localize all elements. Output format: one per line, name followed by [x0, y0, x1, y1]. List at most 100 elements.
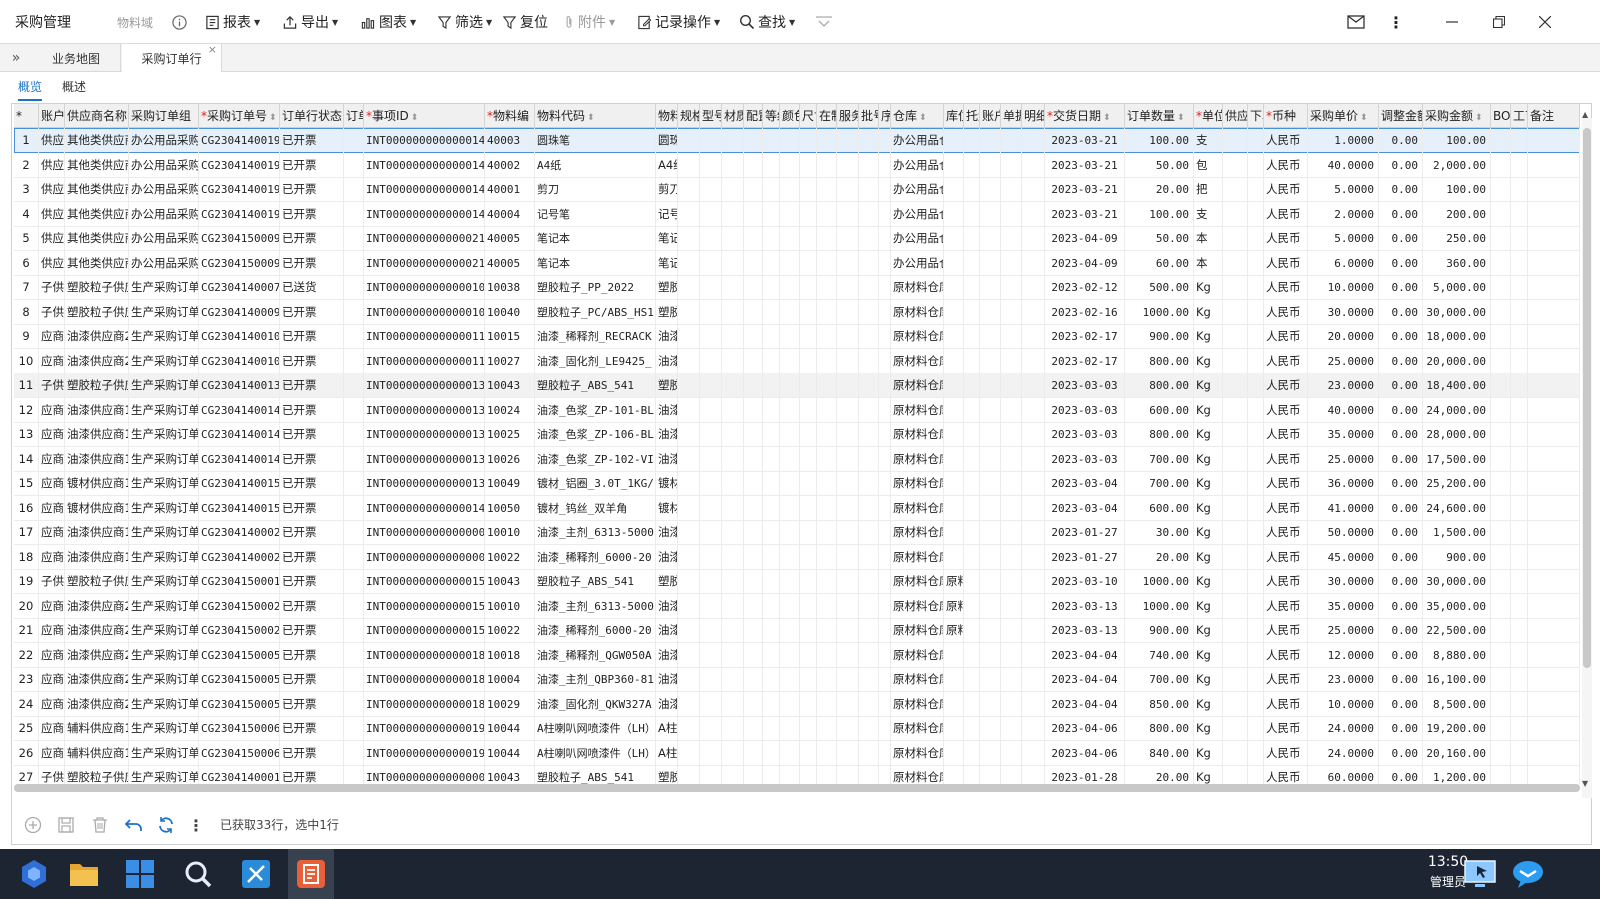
- table-cell[interactable]: [1022, 397, 1045, 423]
- table-cell[interactable]: [1248, 422, 1264, 447]
- table-cell[interactable]: [817, 495, 837, 521]
- table-cell[interactable]: [780, 691, 800, 717]
- table-cell[interactable]: 6.0000: [1308, 250, 1379, 276]
- table-row[interactable]: 18 应商 油漆供应商1 生产采购订单 CG2304140002 已开票 INT000000…: [14, 544, 1580, 570]
- table-cell[interactable]: 2023-03-21: [1045, 177, 1125, 202]
- row-number[interactable]: 25: [14, 716, 39, 741]
- table-cell[interactable]: 200.00: [1423, 201, 1491, 227]
- file-manager-icon[interactable]: [64, 849, 104, 899]
- table-cell[interactable]: [763, 520, 780, 545]
- table-cell[interactable]: [1491, 569, 1511, 594]
- table-cell[interactable]: 办公用品采购: [129, 250, 199, 276]
- sort-icon[interactable]: ⬍: [587, 113, 595, 123]
- close-tab-icon[interactable]: ×: [208, 44, 217, 56]
- table-cell[interactable]: [1001, 544, 1022, 570]
- table-cell[interactable]: [837, 422, 859, 447]
- table-cell[interactable]: 10025: [485, 422, 535, 447]
- table-cell[interactable]: 油漆: [656, 691, 678, 717]
- table-cell[interactable]: 8,500.00: [1423, 691, 1491, 717]
- table-cell[interactable]: [964, 716, 980, 741]
- table-cell[interactable]: [1223, 275, 1248, 300]
- table-cell[interactable]: [1022, 446, 1045, 472]
- table-cell[interactable]: [964, 373, 980, 398]
- table-cell[interactable]: [859, 201, 879, 227]
- table-cell[interactable]: [980, 373, 1001, 398]
- table-cell[interactable]: [1022, 618, 1045, 643]
- table-cell[interactable]: 塑胶粒子供应商: [65, 569, 129, 594]
- table-cell[interactable]: Kg: [1194, 593, 1223, 619]
- table-cell[interactable]: [1001, 201, 1022, 227]
- column-header[interactable]: *单位⬍: [1194, 104, 1223, 128]
- column-header[interactable]: 在制: [817, 104, 837, 128]
- table-cell[interactable]: 50.00: [1125, 226, 1194, 251]
- table-cell[interactable]: [722, 495, 744, 521]
- table-cell[interactable]: 油漆供应商2: [65, 691, 129, 717]
- table-cell[interactable]: 其他类供应商: [65, 201, 129, 227]
- table-cell[interactable]: A4纸: [535, 152, 656, 178]
- table-cell[interactable]: Kg: [1194, 520, 1223, 545]
- table-cell[interactable]: 35.0000: [1308, 422, 1379, 447]
- expand-nav-icon[interactable]: »: [0, 44, 32, 72]
- table-cell[interactable]: [722, 642, 744, 668]
- table-cell[interactable]: 25.0000: [1308, 446, 1379, 472]
- table-cell[interactable]: [1511, 520, 1528, 545]
- table-row[interactable]: 5供应其他类供应商办公用品采购CG2304150009已开票 INT0000000…: [14, 226, 1580, 251]
- table-cell[interactable]: [980, 299, 1001, 325]
- table-cell[interactable]: [964, 740, 980, 766]
- table-cell[interactable]: CG2304140015: [199, 471, 280, 496]
- table-cell[interactable]: CG2304150006: [199, 740, 280, 766]
- table-cell[interactable]: [744, 642, 763, 668]
- table-cell[interactable]: CG2304140019: [199, 177, 280, 202]
- table-cell[interactable]: [700, 520, 722, 545]
- table-cell[interactable]: [1491, 152, 1511, 178]
- table-cell[interactable]: [800, 740, 817, 766]
- table-cell[interactable]: 23.0000: [1308, 667, 1379, 692]
- table-cell[interactable]: 油漆供应商2: [65, 324, 129, 349]
- table-cell[interactable]: [678, 691, 700, 717]
- table-cell[interactable]: 已开票: [280, 348, 344, 374]
- table-cell[interactable]: [859, 667, 879, 692]
- table-cell[interactable]: [344, 716, 364, 741]
- table-cell[interactable]: 已开票: [280, 642, 344, 668]
- column-header[interactable]: *事项ID ⬍: [364, 104, 485, 128]
- table-row[interactable]: 20 应商 油漆供应商2 生产采购订单 CG2304150002 已开票 INT000000…: [14, 593, 1580, 619]
- delete-icon[interactable]: [91, 806, 109, 844]
- table-cell[interactable]: 油漆_稀释剂_QGW050A: [535, 642, 656, 668]
- table-cell[interactable]: [780, 520, 800, 545]
- table-cell[interactable]: [980, 250, 1001, 276]
- table-cell[interactable]: [344, 691, 364, 717]
- sort-icon[interactable]: ⬍: [1360, 113, 1368, 123]
- table-cell[interactable]: CG2304140014: [199, 397, 280, 423]
- table-cell[interactable]: 镀材供应商1: [65, 495, 129, 521]
- table-cell[interactable]: [700, 201, 722, 227]
- table-cell[interactable]: [944, 324, 964, 349]
- table-cell[interactable]: INT0000000000000190: [364, 716, 485, 741]
- table-cell[interactable]: INT0000000000000211: [364, 250, 485, 276]
- table-cell[interactable]: A柱: [656, 716, 678, 741]
- table-cell[interactable]: 已开票: [280, 152, 344, 178]
- table-cell[interactable]: 250.00: [1423, 226, 1491, 251]
- save-icon[interactable]: [57, 806, 75, 844]
- table-cell[interactable]: [1022, 128, 1045, 153]
- table-cell[interactable]: [1022, 201, 1045, 227]
- table-cell[interactable]: 2023-03-04: [1045, 495, 1125, 521]
- table-row[interactable]: 19子供塑胶粒子供应商生产采购订单CG2304150001已开票 INT00000…: [14, 569, 1580, 594]
- table-cell[interactable]: [817, 667, 837, 692]
- table-cell[interactable]: 2023-03-13: [1045, 618, 1125, 643]
- table-cell[interactable]: INT0000000000000141: [364, 128, 485, 153]
- table-cell[interactable]: [1248, 667, 1264, 692]
- table-cell[interactable]: 已开票: [280, 593, 344, 619]
- table-cell[interactable]: 供应: [39, 226, 65, 251]
- table-cell[interactable]: [744, 471, 763, 496]
- report-button[interactable]: 报表 ▼: [205, 0, 260, 44]
- table-cell[interactable]: [763, 495, 780, 521]
- table-cell[interactable]: [817, 275, 837, 300]
- table-cell[interactable]: [1001, 569, 1022, 594]
- table-cell[interactable]: 已开票: [280, 495, 344, 521]
- table-cell[interactable]: 生产采购订单: [129, 642, 199, 668]
- table-cell[interactable]: [964, 618, 980, 643]
- table-cell[interactable]: 100.00: [1423, 128, 1491, 153]
- table-cell[interactable]: CG2304140019: [199, 128, 280, 153]
- table-cell[interactable]: 10027: [485, 348, 535, 374]
- table-cell[interactable]: 应商: [39, 593, 65, 619]
